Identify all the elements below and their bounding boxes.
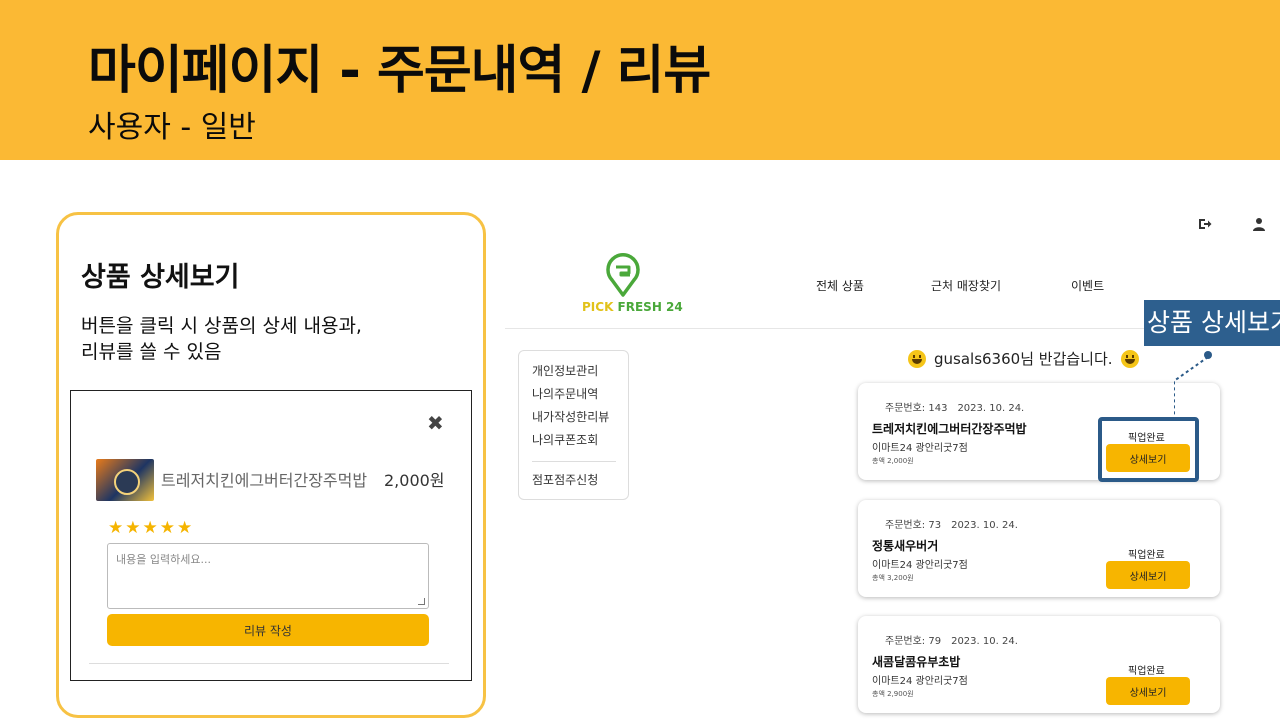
- nav-all-products[interactable]: 전체 상품: [816, 277, 864, 294]
- order-product-name: 새콤달콤유부초밥: [872, 655, 961, 669]
- callout-desc-line: 버튼을 클릭 시 상품의 상세 내용과,: [81, 315, 362, 337]
- order-store: 이마트24 광안리굿7점: [872, 443, 968, 454]
- close-icon[interactable]: ✖: [427, 411, 444, 435]
- logo-text: PICK FRESH 24: [582, 300, 683, 314]
- slide-title: 마이페이지 - 주문내역 / 리뷰: [88, 41, 711, 101]
- app-screen: PICK FRESH 24 전체 상품 근처 매장찾기 이벤트 개인정보관리 나…: [500, 160, 1280, 720]
- username: gusals6360: [934, 350, 1021, 368]
- review-textarea[interactable]: 내용을 입력하세요...: [107, 543, 429, 609]
- detail-button[interactable]: 상세보기: [1106, 561, 1190, 589]
- logo-text-fresh: FRESH 24: [617, 300, 683, 314]
- order-date: 2023. 10. 24.: [957, 403, 1025, 414]
- welcome-message: gusals6360님 반갑습니다.: [908, 348, 1139, 369]
- order-number: 주문번호: 143: [885, 403, 948, 414]
- order-meta: 주문번호: 79 2023. 10. 24.: [885, 632, 1018, 647]
- detail-button[interactable]: 상세보기: [1106, 677, 1190, 705]
- nav-events[interactable]: 이벤트: [1071, 277, 1104, 294]
- mypage-sidebar: 개인정보관리 나의주문내역 내가작성한리뷰 나의쿠폰조회 점포점주신청: [518, 350, 629, 500]
- order-product-name: 트레저치킨에그버터간장주먹밥: [872, 422, 1027, 436]
- order-number: 주문번호: 73: [885, 520, 942, 531]
- logo-text-pick: PICK: [582, 300, 618, 314]
- order-meta: 주문번호: 73 2023. 10. 24.: [885, 516, 1018, 531]
- smile-icon: [908, 349, 926, 368]
- product-detail-modal: ✖ 트레저치킨에그버터간장주먹밥 2,000원 ★★★★★ 내용을 입력하세요.…: [70, 390, 472, 681]
- sidebar-item-reviews[interactable]: 내가작성한리뷰: [532, 409, 628, 432]
- annotation-label: 상품 상세보기: [1144, 300, 1280, 346]
- sidebar-divider: [532, 461, 616, 462]
- write-review-button[interactable]: 리뷰 작성: [107, 614, 429, 646]
- callout-title: 상품 상세보기: [81, 262, 240, 293]
- order-card: 주문번호: 79 2023. 10. 24. 새콤달콤유부초밥 이마트24 광안리…: [858, 616, 1220, 713]
- order-number: 주문번호: 79: [885, 636, 942, 647]
- product-name: 트레저치킨에그버터간장주먹밥: [161, 471, 368, 490]
- order-meta: 주문번호: 143 2023. 10. 24.: [885, 399, 1024, 414]
- order-date: 2023. 10. 24.: [951, 520, 1018, 531]
- user-icon[interactable]: [1252, 217, 1266, 231]
- product-thumbnail: [96, 459, 154, 501]
- brand-logo[interactable]: PICK FRESH 24: [582, 253, 683, 319]
- order-date: 2023. 10. 24.: [951, 636, 1018, 647]
- sidebar-item-store-owner[interactable]: 점포점주신청: [532, 472, 628, 495]
- callout-description: 버튼을 클릭 시 상품의 상세 내용과, 리뷰를 쓸 수 있음: [81, 313, 461, 365]
- order-store: 이마트24 광안리굿7점: [872, 676, 968, 687]
- logout-icon[interactable]: [1198, 217, 1212, 231]
- order-product-name: 정통새우버거: [872, 539, 939, 553]
- callout-desc-line: 리뷰를 쓸 수 있음: [81, 341, 222, 363]
- order-store: 이마트24 광안리굿7점: [872, 560, 968, 571]
- order-status: 픽업완료: [1128, 550, 1165, 561]
- nav-nearby-stores[interactable]: 근처 매장찾기: [931, 277, 1001, 294]
- sidebar-item-orders[interactable]: 나의주문내역: [532, 386, 628, 409]
- sidebar-item-coupons[interactable]: 나의쿠폰조회: [532, 432, 628, 455]
- welcome-suffix: 님 반갑습니다.: [1020, 350, 1113, 368]
- product-price: 2,000원: [384, 471, 445, 490]
- slide-subtitle: 사용자 - 일반: [88, 110, 256, 145]
- sidebar-item-profile[interactable]: 개인정보관리: [532, 363, 628, 386]
- star-rating[interactable]: ★★★★★: [108, 518, 194, 538]
- highlight-box: [1098, 417, 1199, 482]
- divider: [89, 663, 449, 664]
- order-status: 픽업완료: [1128, 666, 1165, 677]
- order-total: 총액 2,900원: [872, 690, 914, 698]
- order-total: 총액 2,000원: [872, 457, 914, 465]
- order-total: 총액 3,200원: [872, 574, 914, 582]
- order-card: 주문번호: 73 2023. 10. 24. 정통새우버거 이마트24 광안리굿7…: [858, 500, 1220, 597]
- smile-icon: [1120, 349, 1139, 368]
- slide-banner: 마이페이지 - 주문내역 / 리뷰 사용자 - 일반: [0, 0, 1280, 160]
- annotation-connector: [1174, 356, 1209, 417]
- annotation-dot: [1204, 351, 1212, 359]
- pin-logo-icon: [606, 253, 640, 297]
